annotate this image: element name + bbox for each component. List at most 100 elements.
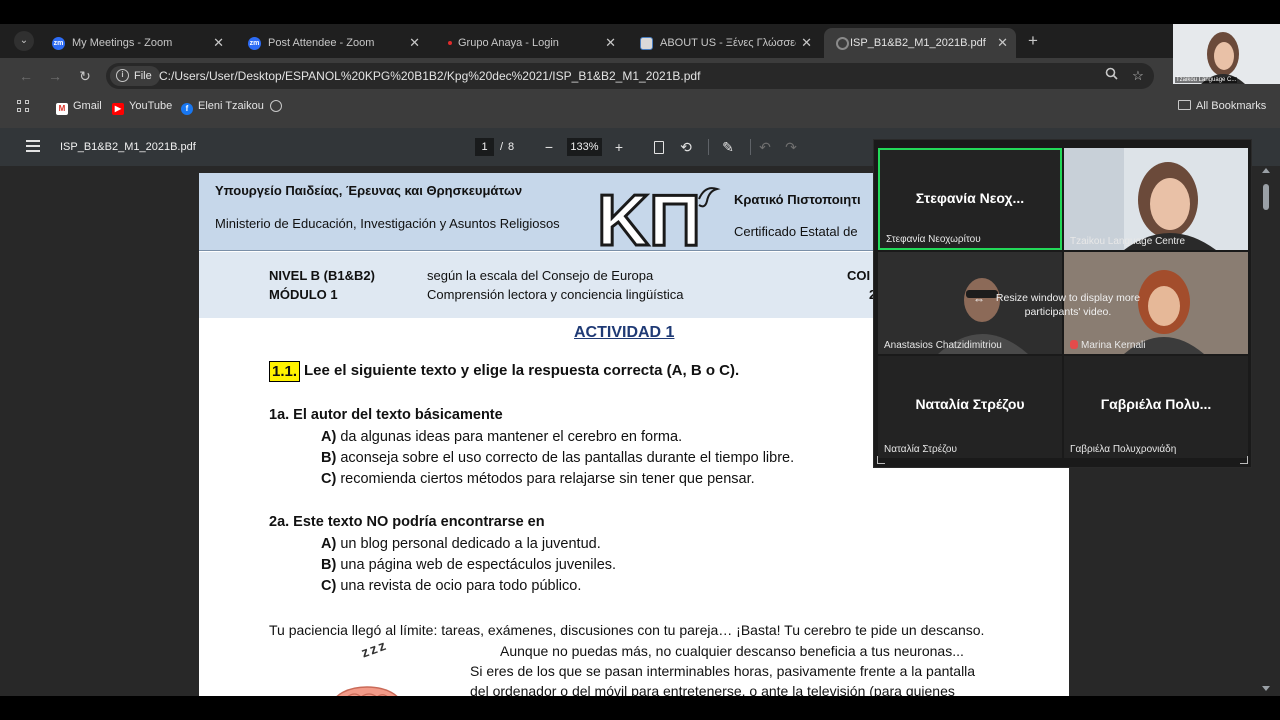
scroll-up-arrow-icon[interactable]	[1262, 168, 1270, 173]
ministry-name-greek: Υπουργείο Παιδείας, Έρευνας και Θρησκευμ…	[215, 183, 523, 198]
close-icon[interactable]: ✕	[213, 28, 224, 58]
participant-tile[interactable]: Γαβριέλα Πολυ... Γαβριέλα Πολυχρονιάδη	[1064, 356, 1248, 458]
bookmark-star-icon[interactable]: ☆	[1129, 67, 1147, 85]
about-icon	[640, 37, 653, 50]
all-bookmarks-label: All Bookmarks	[1196, 100, 1267, 112]
participant-display-name: Γαβριέλα Πολυ...	[1100, 396, 1212, 412]
participant-tile[interactable]: Στεφανία Νεοχ... Στεφανία Νεοχωρίτου	[878, 148, 1062, 250]
redo-icon[interactable]: ↷	[782, 138, 800, 156]
browser-toolbar: ← → ↻ i File C:/Users/User/Desktop/ESPAN…	[0, 58, 1280, 94]
fit-page-icon[interactable]	[654, 141, 664, 154]
bookmark-eleni-tzaikou[interactable]: f Eleni Tzaikou	[181, 97, 264, 115]
body-text-line: del ordenador o del móvil para entretene…	[470, 683, 955, 696]
tab-title: ABOUT US - Ξένες Γλώσσες Τζα	[660, 37, 796, 49]
tab-title: ISP_B1&B2_M1_2021B.pdf	[850, 37, 986, 49]
url-text[interactable]: C:/Users/User/Desktop/ESPANOL%20KPG%20B1…	[159, 63, 700, 89]
level-label: NIVEL B (B1&B2)	[269, 268, 375, 283]
anaya-icon	[444, 37, 457, 50]
new-tab-button[interactable]: +	[1024, 32, 1042, 50]
tab-about-us[interactable]: ABOUT US - Ξένες Γλώσσες Τζα ✕	[628, 28, 820, 58]
zoom-self-view[interactable]: Tzaikou Language C...	[1173, 24, 1280, 84]
body-text-line: Tu paciencia llegó al límite: tareas, ex…	[269, 622, 985, 638]
close-icon[interactable]: ✕	[605, 28, 616, 58]
zoom-level-input[interactable]: 133%	[567, 138, 602, 156]
bookmark-label: Gmail	[73, 100, 102, 112]
code-label: COI	[847, 268, 871, 283]
question-1a-option-c: C) recomienda ciertos métodos para relaj…	[321, 471, 755, 487]
close-icon[interactable]: ✕	[801, 28, 812, 58]
rotate-icon[interactable]: ⟲	[677, 138, 695, 156]
tab-title: Grupo Anaya - Login	[458, 37, 559, 49]
forward-arrow-icon[interactable]: →	[46, 67, 64, 85]
participant-tile[interactable]: Ναταλία Στρέζου Ναταλία Στρέζου	[878, 356, 1062, 458]
undo-icon[interactable]: ↶	[756, 138, 774, 156]
tab-post-attendee[interactable]: zm Post Attendee - Zoom ✕	[236, 28, 428, 58]
resize-arrows-icon: ⇔	[973, 292, 985, 306]
question-2a-option-a: A) un blog personal dedicado a la juvent…	[321, 536, 601, 552]
question-2a-option-b: B) una página web de espectáculos juveni…	[321, 557, 617, 573]
tab-grupo-anaya[interactable]: Grupo Anaya - Login ✕	[432, 28, 624, 58]
reload-icon[interactable]: ↻	[76, 67, 94, 85]
activity-title: ACTIVIDAD 1	[574, 324, 675, 341]
zoom-gallery-panel[interactable]: Στεφανία Νεοχ... Στεφανία Νεοχωρίτου Tza…	[873, 139, 1252, 468]
question-2a-title: 2a. Este texto NO podría encontrarse en	[269, 514, 545, 530]
body-text-line: Si eres de los que se pasan interminable…	[470, 663, 976, 679]
kpg-logo: ΚΠ	[596, 180, 721, 251]
comprehension-text: Comprensión lectora y conciencia lingüís…	[427, 287, 684, 302]
tab-pdf[interactable]: ISP_B1&B2_M1_2021B.pdf ✕	[824, 28, 1016, 58]
svg-text:ΚΠ: ΚΠ	[597, 181, 701, 251]
apps-grid-icon[interactable]	[17, 100, 29, 112]
vertical-scrollbar[interactable]	[1260, 166, 1272, 696]
page-separator: /	[500, 141, 504, 153]
mic-muted-icon	[1070, 340, 1078, 349]
browser-tab-strip: ⌄ zm My Meetings - Zoom ✕ zm Post Attend…	[0, 24, 1280, 58]
resize-handle-icon[interactable]	[877, 456, 885, 464]
all-bookmarks-button[interactable]: All Bookmarks	[1178, 97, 1266, 115]
resize-handle-icon[interactable]	[1240, 456, 1248, 464]
scroll-down-arrow-icon[interactable]	[1262, 686, 1270, 691]
globe-icon[interactable]	[270, 100, 282, 112]
tab-my-meetings[interactable]: zm My Meetings - Zoom ✕	[40, 28, 232, 58]
participant-tile-video[interactable]: Tzaikou Language Centre	[1064, 148, 1248, 250]
question-1a-title: 1a. El autor del texto básicamente	[269, 407, 503, 423]
bookmark-label: Eleni Tzaikou	[198, 100, 264, 112]
question-instruction: Lee el siguiente texto y elige la respue…	[304, 362, 740, 379]
bookmark-youtube[interactable]: ▶ YouTube	[112, 97, 172, 115]
page-number-input[interactable]: 1	[475, 138, 494, 156]
address-bar[interactable]: i File C:/Users/User/Desktop/ESPANOL%20K…	[106, 63, 1154, 89]
pdf-file-name: ISP_B1&B2_M1_2021B.pdf	[60, 141, 196, 153]
participant-display-name: Στεφανία Νεοχ...	[915, 190, 1025, 206]
folder-icon	[1178, 100, 1191, 110]
certificate-greek: Κρατικό Πιστοποιητι	[734, 192, 861, 207]
site-info-label: File	[134, 70, 152, 82]
self-view-label: Tzaikou Language C...	[1175, 77, 1238, 83]
toolbar-divider	[708, 139, 709, 155]
toolbar-divider	[750, 139, 751, 155]
self-video-feed	[1173, 24, 1280, 84]
zoom-icon: zm	[248, 37, 261, 50]
participant-name-label: Γαβριέλα Πολυχρονιάδη	[1070, 444, 1177, 455]
module-label: MÓDULO 1	[269, 287, 338, 302]
participant-display-name: Ναταλία Στρέζου	[915, 396, 1025, 412]
tab-search-button[interactable]: ⌄	[14, 31, 34, 51]
participant-name-label: Ναταλία Στρέζου	[884, 444, 957, 455]
site-info-chip[interactable]: i File	[110, 66, 160, 86]
zoom-in-icon[interactable]: +	[610, 138, 628, 156]
close-icon[interactable]: ✕	[409, 28, 420, 58]
annotate-pen-icon[interactable]: ✎	[719, 138, 737, 156]
certificate-spanish: Certificado Estatal de	[734, 224, 858, 239]
participant-name-label: Anastasios Chatzidimitriou	[884, 340, 1002, 351]
bookmark-gmail[interactable]: M Gmail	[56, 97, 102, 115]
question-1a-option-a: A) da algunas ideas para mantener el cer…	[321, 429, 683, 445]
zoom-magnifier-icon[interactable]	[1102, 67, 1120, 85]
scroll-thumb[interactable]	[1263, 184, 1269, 210]
zoom-out-icon[interactable]: −	[540, 138, 558, 156]
back-arrow-icon[interactable]: ←	[17, 67, 35, 85]
toolbar-spacer	[0, 118, 1280, 128]
close-icon[interactable]: ✕	[997, 28, 1008, 58]
screen: ⌄ zm My Meetings - Zoom ✕ zm Post Attend…	[0, 0, 1280, 720]
pdf-icon	[836, 37, 849, 50]
menu-icon[interactable]	[26, 140, 40, 152]
tab-title: My Meetings - Zoom	[72, 37, 173, 49]
question-2a-option-c: C) una revista de ocio para todo público…	[321, 578, 582, 594]
